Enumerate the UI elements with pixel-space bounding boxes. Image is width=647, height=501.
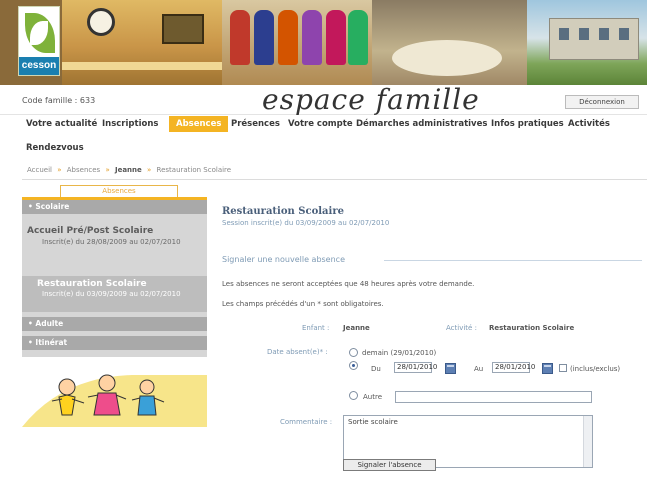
sidebar-section-head[interactable]: • Scolaire: [22, 200, 207, 214]
coat-shape: [302, 10, 322, 65]
breadcrumb: Accueil » Absences » Jeanne » Restaurati…: [27, 166, 231, 174]
radio-date-range[interactable]: [349, 361, 358, 370]
option-to-label: Au: [474, 365, 484, 373]
nav-item-actualite[interactable]: Votre actualité: [26, 119, 97, 129]
radio-other[interactable]: [349, 391, 358, 400]
sidebar-section-head[interactable]: • Adulte: [22, 317, 207, 331]
coat-shape: [254, 10, 274, 65]
child-label: Enfant :: [302, 324, 330, 332]
nav-item-infos[interactable]: Infos pratiques: [491, 119, 564, 129]
form-legend: Signaler une nouvelle absence: [222, 255, 345, 264]
breadcrumb-current: Restauration Scolaire: [156, 166, 232, 174]
calendar-icon[interactable]: [445, 363, 456, 374]
breadcrumb-separator: »: [57, 166, 62, 174]
date-to-input[interactable]: 28/01/2010: [492, 362, 535, 373]
calendar-icon[interactable]: [542, 363, 553, 374]
absence-date-label: Date absent(e)* :: [267, 348, 328, 356]
breadcrumb-separator: »: [147, 166, 152, 174]
window: [619, 28, 629, 40]
clock-icon: [87, 8, 115, 36]
option-other-label: Autre: [363, 393, 383, 401]
logout-button[interactable]: Déconnexion: [565, 95, 639, 109]
window: [559, 28, 569, 40]
radio-tomorrow[interactable]: [349, 348, 358, 357]
nav-item-inscriptions[interactable]: Inscriptions: [102, 119, 158, 129]
site-title: espace famille: [262, 83, 480, 116]
child-value: Jeanne: [343, 324, 370, 332]
sidebar: Absences • Scolaire Accueil Pré/Post Sco…: [22, 185, 207, 427]
window: [599, 28, 609, 40]
sidebar-tab[interactable]: Absences: [60, 185, 178, 197]
breadcrumb-separator: »: [105, 166, 110, 174]
main-nav: Votre actualité Inscriptions Absences Pr…: [26, 116, 646, 159]
sidebar-entry-active[interactable]: Restauration Scolaire Inscrit(e) du 03/0…: [22, 276, 207, 312]
checkbox-label: (inclus/exclus): [570, 365, 621, 373]
banner-photo-coats: [222, 0, 372, 85]
activity-label: Activité :: [446, 324, 477, 332]
option-from-label: Du: [371, 365, 381, 373]
shelf: [62, 62, 222, 70]
coat-shape: [348, 10, 368, 65]
comment-label: Commentaire :: [280, 418, 333, 426]
coat-shape: [326, 10, 346, 65]
canteen-table: [392, 40, 502, 76]
divider: [384, 260, 642, 261]
banner-photo-school-building: [527, 0, 647, 85]
window: [579, 28, 589, 40]
session-info: Session inscrit(e) du 03/09/2009 au 02/0…: [222, 219, 390, 227]
activity-value: Restauration Scolaire: [489, 324, 575, 332]
inclusive-checkbox[interactable]: [559, 364, 567, 372]
banner-photo-classroom: [62, 0, 222, 85]
submit-absence-button[interactable]: Signaler l'absence: [343, 459, 436, 471]
town-logo[interactable]: cesson: [18, 6, 60, 76]
note-delay: Les absences ne seront acceptées que 48 …: [222, 280, 475, 288]
option-tomorrow-label: demain (29/01/2010): [362, 349, 437, 357]
breadcrumb-item[interactable]: Jeanne: [115, 166, 142, 174]
town-name: cesson: [19, 57, 59, 75]
other-input[interactable]: [395, 391, 592, 403]
main-content: Restauration Scolaire Session inscrit(e)…: [222, 200, 647, 500]
family-code: Code famille : 633: [22, 96, 96, 105]
breadcrumb-item[interactable]: Accueil: [27, 166, 52, 174]
nav-item-absences[interactable]: Absences: [169, 116, 229, 132]
note-required: Les champs précédés d'un * sont obligato…: [222, 300, 384, 308]
coat-shape: [230, 10, 250, 65]
sidebar-section-head[interactable]: • Itinérat: [22, 336, 207, 350]
sidebar-entry-title: Restauration Scolaire: [37, 279, 147, 289]
coat-shape: [278, 10, 298, 65]
nav-item-demarches[interactable]: Démarches administratives: [356, 119, 487, 129]
nav-item-compte[interactable]: Votre compte: [288, 119, 353, 129]
header-banner: cesson: [0, 0, 647, 85]
sidebar-section-scolaire: • Scolaire Accueil Pré/Post Scolaire Ins…: [22, 200, 207, 427]
breadcrumb-item[interactable]: Absences: [67, 166, 100, 174]
wall-picture: [162, 14, 204, 44]
sidebar-entry-subtitle: Inscrit(e) du 28/08/2009 au 02/07/2010: [42, 238, 181, 246]
page-title: Restauration Scolaire: [222, 206, 344, 217]
nav-item-rendezvous[interactable]: Rendezvous: [26, 143, 84, 153]
sidebar-entry-title[interactable]: Accueil Pré/Post Scolaire: [27, 226, 153, 236]
divider: [22, 179, 647, 180]
nav-item-activites[interactable]: Activités: [568, 119, 610, 129]
sidebar-entry-subtitle: Inscrit(e) du 03/09/2009 au 02/07/2010: [42, 290, 181, 298]
nav-item-presences[interactable]: Présences: [231, 119, 280, 129]
children-drawing-illustration: [22, 357, 207, 427]
textarea-scrollbar[interactable]: [583, 416, 592, 467]
date-from-input[interactable]: 28/01/2010: [394, 362, 437, 373]
banner-photo-canteen: [372, 0, 527, 85]
comment-text: Sortie scolaire: [348, 418, 398, 426]
header-row: Code famille : 633 espace famille Déconn…: [0, 83, 647, 116]
